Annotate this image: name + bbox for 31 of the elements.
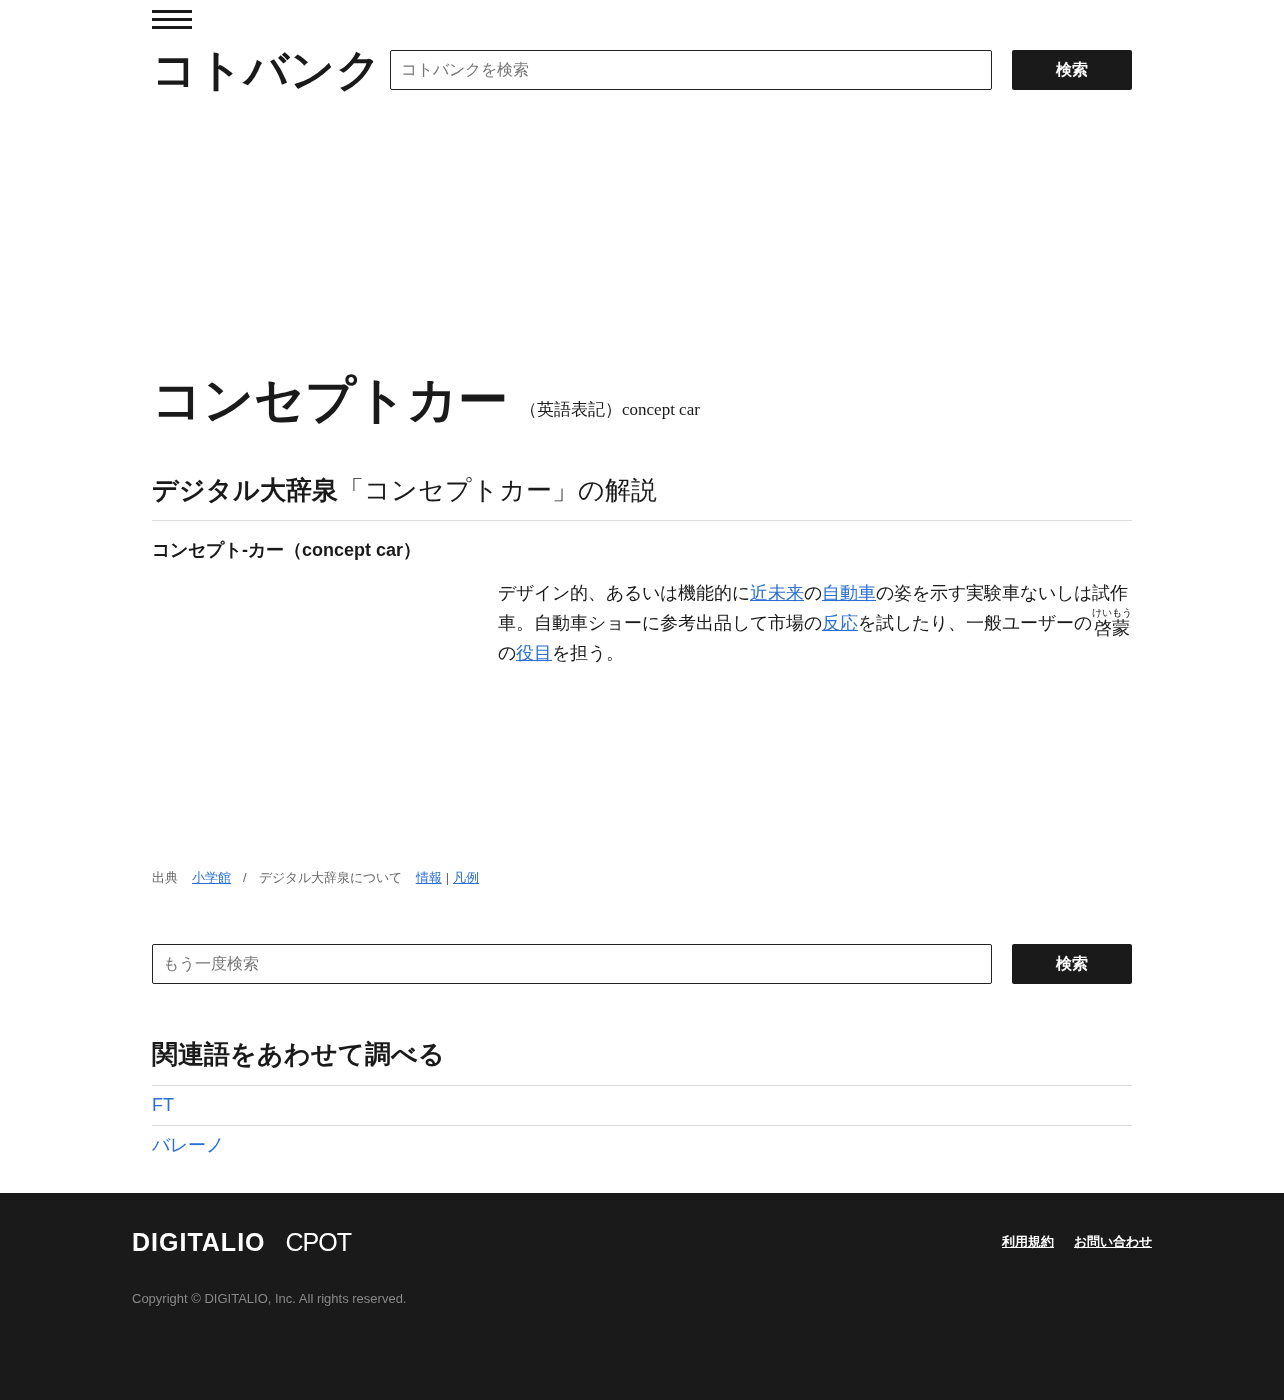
- term-link[interactable]: 自動車: [822, 583, 876, 603]
- copyright-text: Copyright © DIGITALIO, Inc. All rights reserved.: [132, 1290, 408, 1308]
- search-button[interactable]: 検索: [1012, 943, 1132, 984]
- headword: コンセプト-カー（concept car）: [152, 539, 423, 562]
- company-logo[interactable]: CPOT: [285, 1229, 351, 1255]
- entry-title: コンセプトカー: [152, 372, 508, 428]
- company-logo[interactable]: DIGITALIO: [132, 1229, 266, 1255]
- dictionary-name: デジタル大辞泉: [152, 475, 338, 505]
- section-caption: 「コンセプトカー」の解説: [338, 475, 657, 505]
- english-notation: （英語表記）concept car: [520, 398, 700, 421]
- term-link[interactable]: 反応: [822, 613, 858, 633]
- publisher-link[interactable]: 小学館: [192, 868, 231, 888]
- related-link[interactable]: バレーノ: [152, 1131, 224, 1159]
- term-link[interactable]: 近未来: [750, 583, 804, 603]
- site-logo[interactable]: コトバンク: [152, 48, 390, 92]
- search-again-field[interactable]: もう一度検索: [152, 943, 992, 984]
- menu-icon[interactable]: [152, 10, 192, 30]
- separator: /: [243, 869, 247, 887]
- term-link[interactable]: 役目: [516, 643, 552, 663]
- legend-link[interactable]: 凡例: [453, 868, 479, 888]
- info-link[interactable]: 情報: [415, 868, 442, 888]
- footer-link[interactable]: 利用規約: [1002, 1232, 1054, 1252]
- footer-link[interactable]: お問い合わせ: [1074, 1232, 1152, 1252]
- search-field[interactable]: コトバンクを検索: [390, 50, 992, 90]
- separator: |: [445, 869, 449, 887]
- search-button[interactable]: 検索: [1012, 50, 1132, 90]
- source-label: 出典: [152, 869, 178, 887]
- related-link[interactable]: FT: [152, 1091, 174, 1119]
- about-text: デジタル大辞泉について: [258, 869, 402, 887]
- word-with-reading: けいもう 啓蒙: [1092, 608, 1132, 638]
- related-heading: 関連語をあわせて調べる: [152, 1037, 446, 1071]
